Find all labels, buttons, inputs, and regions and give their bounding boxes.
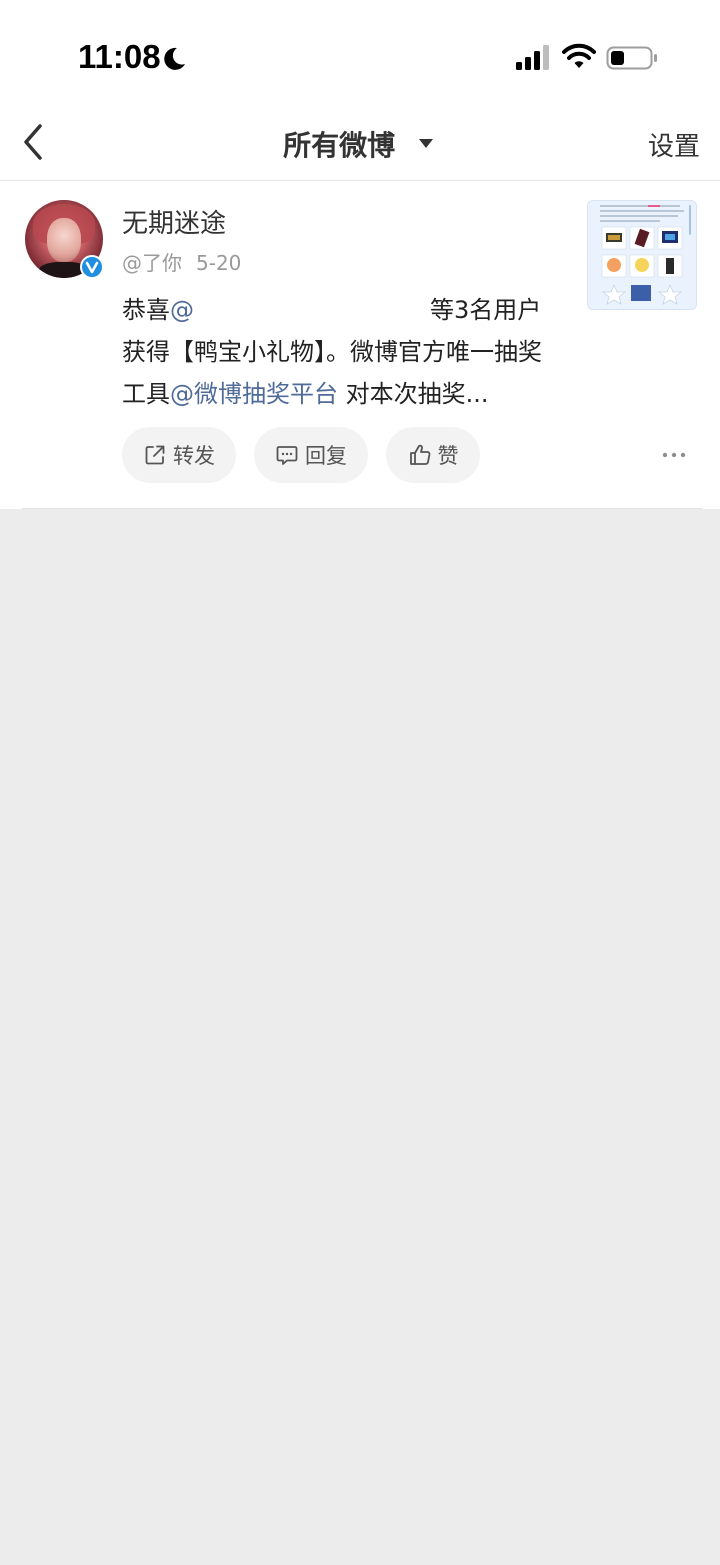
more-icon[interactable] <box>660 443 688 467</box>
comment-icon <box>276 446 298 465</box>
share-icon <box>145 445 165 465</box>
author-handle: @了你 <box>122 251 182 275</box>
share-button[interactable]: 转发 <box>122 427 236 483</box>
redacted-username <box>194 301 430 321</box>
post-thumbnail[interactable] <box>587 200 697 310</box>
mention-link[interactable]: @ <box>170 296 194 324</box>
author-name[interactable]: 无期迷途 <box>122 203 226 240</box>
status-time: 11:08 <box>78 38 161 75</box>
wifi-icon <box>562 43 596 68</box>
nav-bar: 所有微博 设置 <box>0 110 720 181</box>
comment-label: 回复 <box>305 444 347 468</box>
moon-icon <box>164 47 185 70</box>
like-label: 赞 <box>437 444 459 468</box>
like-icon <box>409 444 430 465</box>
status-bar: 11:08 <box>0 0 720 110</box>
card-divider <box>22 508 702 509</box>
post-text-part: 恭喜 <box>122 296 170 324</box>
comment-button[interactable]: 回复 <box>254 427 368 483</box>
caret-down-icon <box>418 139 433 148</box>
verified-badge-icon <box>80 255 104 279</box>
feed-filter-dropdown[interactable]: 所有微博 <box>0 124 720 164</box>
mention-link[interactable]: @微博抽奖平台 <box>170 380 338 408</box>
share-label: 转发 <box>173 444 215 468</box>
signal-icon <box>516 45 549 70</box>
thumbnail-image <box>588 201 696 309</box>
post-meta: @了你 5-20 <box>122 247 241 276</box>
battery-icon <box>606 46 657 70</box>
settings-button[interactable]: 设置 <box>648 126 700 163</box>
post-text[interactable]: 恭喜@ 等3名用户获得【鸭宝小礼物】。微博官方唯一抽奖工具@微博抽奖平台 对本次抽… <box>122 289 562 415</box>
post-date: 5-20 <box>196 251 242 275</box>
post-text-part: 对本次抽奖... <box>338 380 489 408</box>
like-button[interactable]: 赞 <box>386 427 480 483</box>
page-title: 所有微博 <box>283 129 396 162</box>
post-card[interactable]: 无期迷途 @了你 5-20 恭喜@ 等3名用户获得【鸭宝小礼物】。微博官方唯一抽奖工… <box>0 181 720 509</box>
